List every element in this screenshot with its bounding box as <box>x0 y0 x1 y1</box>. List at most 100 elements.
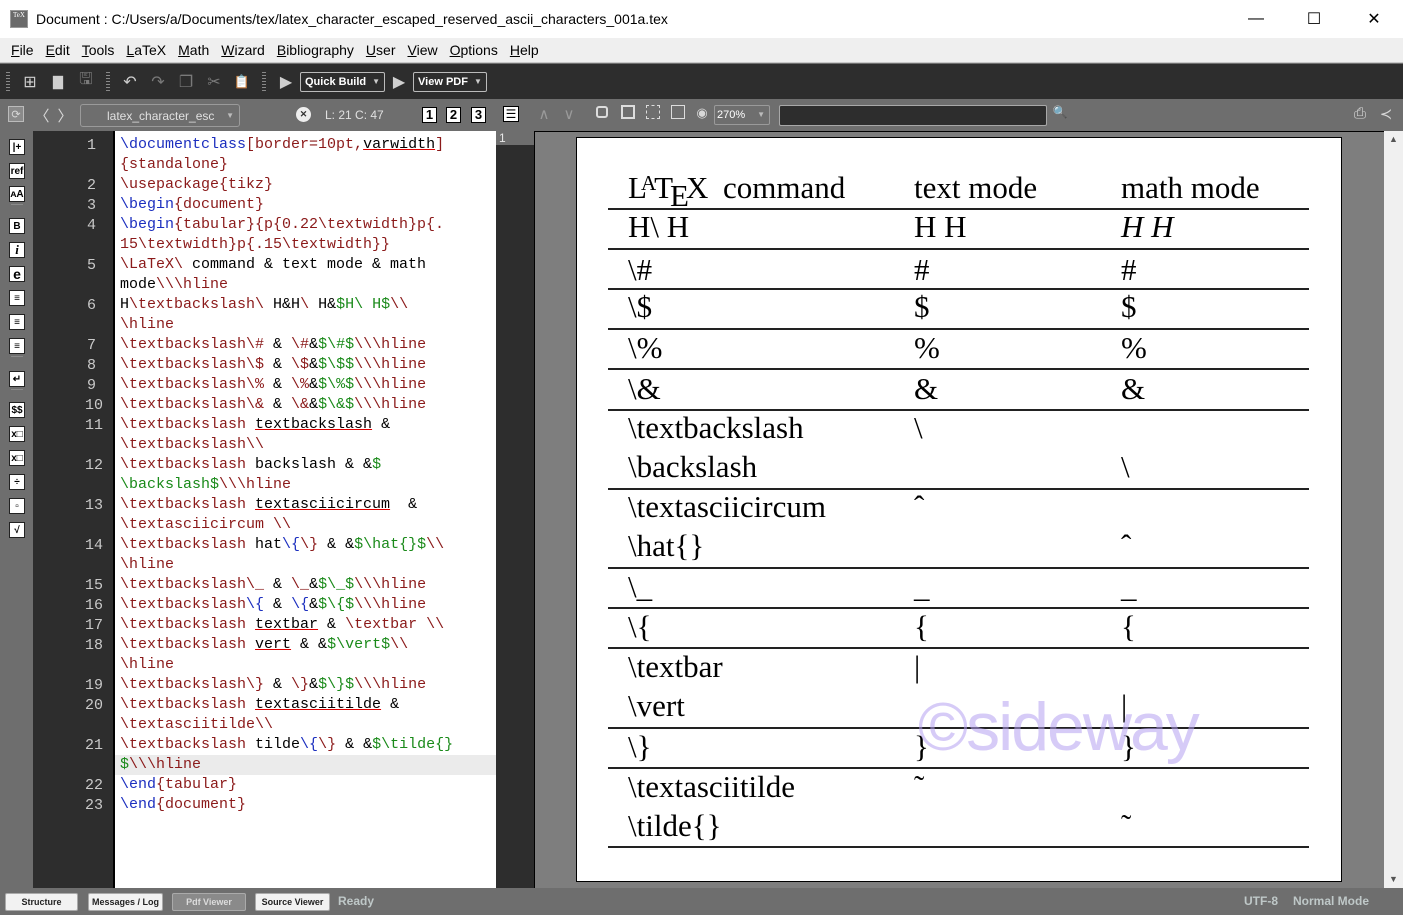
code-line[interactable]: \usepackage{tikz} <box>120 175 273 195</box>
copy-icon[interactable]: ❐ <box>175 71 197 93</box>
code-line[interactable]: \textbackslash textasciicircum & <box>120 495 417 515</box>
cut-icon[interactable]: ✂ <box>203 71 225 93</box>
undo-icon[interactable]: ↶ <box>119 71 141 93</box>
run-build-icon[interactable]: ▶ <box>275 71 297 93</box>
code-line[interactable]: \hline <box>120 315 174 335</box>
search-icon[interactable]: 🔍 <box>1052 105 1068 119</box>
save-icon[interactable]: 🖫 <box>75 71 97 93</box>
code-line[interactable]: \textbackslash\\ <box>120 435 264 455</box>
code-line[interactable]: {standalone} <box>120 155 228 175</box>
magnifier-eye-icon[interactable]: ◉ <box>694 105 710 121</box>
toolbar-grip[interactable] <box>106 71 110 92</box>
code-line[interactable]: 15\textwidth}p{.15\textwidth}} <box>120 235 390 255</box>
sqrt-icon[interactable]: √ <box>9 522 25 538</box>
run-view-icon[interactable]: ▶ <box>388 71 410 93</box>
sync-icon[interactable]: ⟳ <box>8 106 24 122</box>
code-line[interactable]: \textbackslash hat\{\} & &$\hat{}$\\ <box>120 535 444 555</box>
code-line[interactable]: \documentclass[border=10pt,varwidth] <box>120 135 444 155</box>
fit-text-icon[interactable] <box>646 105 660 119</box>
code-line[interactable]: \textbackslash backslash & &$ <box>120 455 381 475</box>
toolbar-grip[interactable] <box>6 71 10 92</box>
code-line[interactable]: \textbackslash\% & \%&$\%$\\\hline <box>120 375 426 395</box>
close-file-icon[interactable]: ✕ <box>296 107 311 122</box>
code-line[interactable]: \textbackslash vert & &$\vert$\\ <box>120 635 408 655</box>
code-line[interactable]: \textasciitilde\\ <box>120 715 273 735</box>
code-line[interactable]: \textbackslash textbackslash & <box>120 415 390 435</box>
menu-user[interactable]: User <box>366 42 396 58</box>
zoom-window-icon[interactable] <box>671 105 685 119</box>
code-line[interactable]: \textbackslash\$ & \$&$\$$\\\hline <box>120 355 426 375</box>
subscript-icon[interactable]: x□ <box>9 426 25 442</box>
code-line[interactable]: \textbackslash\_ & \_&$\_$\\\hline <box>120 575 426 595</box>
code-line[interactable]: \textbackslash\} & \}&$\}$\\\hline <box>120 675 426 695</box>
code-editor[interactable]: \documentclass[border=10pt,varwidth] {sta… <box>113 131 496 888</box>
code-line[interactable]: \textasciicircum \\ <box>120 515 291 535</box>
superscript-icon[interactable]: x□ <box>9 450 25 466</box>
zoom-combo[interactable]: 270% ▼ <box>714 105 770 125</box>
menu-view[interactable]: View <box>407 42 437 58</box>
scroll-down-arrow[interactable]: ▼ <box>1384 871 1403 888</box>
align-left-icon[interactable]: ≡ <box>9 290 25 306</box>
emphasis-icon[interactable]: e <box>9 266 25 282</box>
align-right-icon[interactable]: ≡ <box>9 338 25 354</box>
newline-icon[interactable]: ↵ <box>9 371 25 387</box>
pdf-vertical-scrollbar[interactable]: ▲ ▼ <box>1384 131 1403 888</box>
insert-ref-icon[interactable]: |+ <box>9 139 25 155</box>
scroll-up-arrow[interactable]: ▲ <box>1384 131 1403 148</box>
redo-icon[interactable]: ↷ <box>147 71 169 93</box>
bookmark-2-button[interactable]: 2 <box>446 107 461 123</box>
fit-page-icon[interactable] <box>621 105 635 119</box>
code-line[interactable]: $\\\hline <box>120 755 201 775</box>
code-line[interactable]: \textbackslash textbar & \textbar \\ <box>120 615 444 635</box>
menu-help[interactable]: Help <box>510 42 539 58</box>
align-center-icon[interactable]: ≡ <box>9 314 25 330</box>
bookmark-1-button[interactable]: 1 <box>422 107 437 123</box>
code-line[interactable]: \textbackslash textasciitilde & <box>120 695 399 715</box>
code-line[interactable]: \textbackslash\& & \&&$\&$\\\hline <box>120 395 426 415</box>
open-folder-icon[interactable]: ▇ <box>47 71 69 93</box>
paste-icon[interactable]: 📋 <box>231 71 253 93</box>
menu-edit[interactable]: Edit <box>46 42 70 58</box>
code-line[interactable]: \hline <box>120 555 174 575</box>
menu-tools[interactable]: Tools <box>82 42 115 58</box>
menu-latex[interactable]: LaTeX <box>126 42 166 58</box>
code-line[interactable]: \textbackslash\{ & \{&$\{$\\\hline <box>120 595 426 615</box>
quick-build-combo[interactable]: Quick Build ▼ <box>300 71 386 92</box>
external-viewer-icon[interactable]: ≺ <box>1378 105 1394 123</box>
code-line[interactable]: \end{tabular} <box>120 775 237 795</box>
code-line[interactable]: \textbackslash\# & \#&$\#$\\\hline <box>120 335 426 355</box>
bookmark-3-button[interactable]: 3 <box>471 107 486 123</box>
fraction-icon[interactable]: ▫ <box>9 498 25 514</box>
maximize-button[interactable]: ☐ <box>1285 0 1343 38</box>
file-tab-combo[interactable]: latex_character_esc ▼ <box>80 104 240 127</box>
toolbar-grip[interactable] <box>262 71 266 92</box>
display-math-icon[interactable]: $$ <box>9 402 25 418</box>
pdf-viewer-button[interactable]: Pdf Viewer <box>172 893 246 911</box>
list-icon[interactable]: ☰ <box>503 106 519 122</box>
source-viewer-button[interactable]: Source Viewer <box>255 893 330 911</box>
code-line[interactable]: \backslash$\\\hline <box>120 475 291 495</box>
fit-width-icon[interactable] <box>596 106 608 118</box>
code-line[interactable]: \begin{document} <box>120 195 264 215</box>
next-icon[interactable]: ∨ <box>562 105 576 123</box>
code-line[interactable]: H\textbackslash\ H&H\ H&$H\ H$\\ <box>120 295 408 315</box>
code-line[interactable]: \textbackslash tilde\{\} & &$\tilde{} <box>120 735 453 755</box>
mode-label[interactable]: Normal Mode <box>1293 894 1369 908</box>
previous-icon[interactable]: ∧ <box>537 105 551 123</box>
ref-icon[interactable]: ref <box>9 163 25 179</box>
menu-options[interactable]: Options <box>450 42 498 58</box>
code-line[interactable]: mode\\\hline <box>120 275 228 295</box>
view-pdf-combo[interactable]: View PDF ▼ <box>413 71 487 92</box>
print-icon[interactable]: ⎙ <box>1352 105 1368 122</box>
minimize-button[interactable]: — <box>1227 0 1285 38</box>
menu-math[interactable]: Math <box>178 42 209 58</box>
font-size-icon[interactable]: ᴀA <box>9 186 25 202</box>
new-file-icon[interactable]: ⊞ <box>19 71 41 93</box>
code-line[interactable]: \begin{tabular}{p{0.22\textwidth}p{. <box>120 215 444 235</box>
menu-bibliography[interactable]: Bibliography <box>277 42 354 58</box>
bold-icon[interactable]: B <box>9 218 25 234</box>
code-line[interactable]: \LaTeX\ command & text mode & math <box>120 255 426 275</box>
encoding-label[interactable]: UTF-8 <box>1244 894 1278 908</box>
forward-icon[interactable]: 〉 <box>58 105 73 126</box>
code-line[interactable]: \hline <box>120 655 174 675</box>
